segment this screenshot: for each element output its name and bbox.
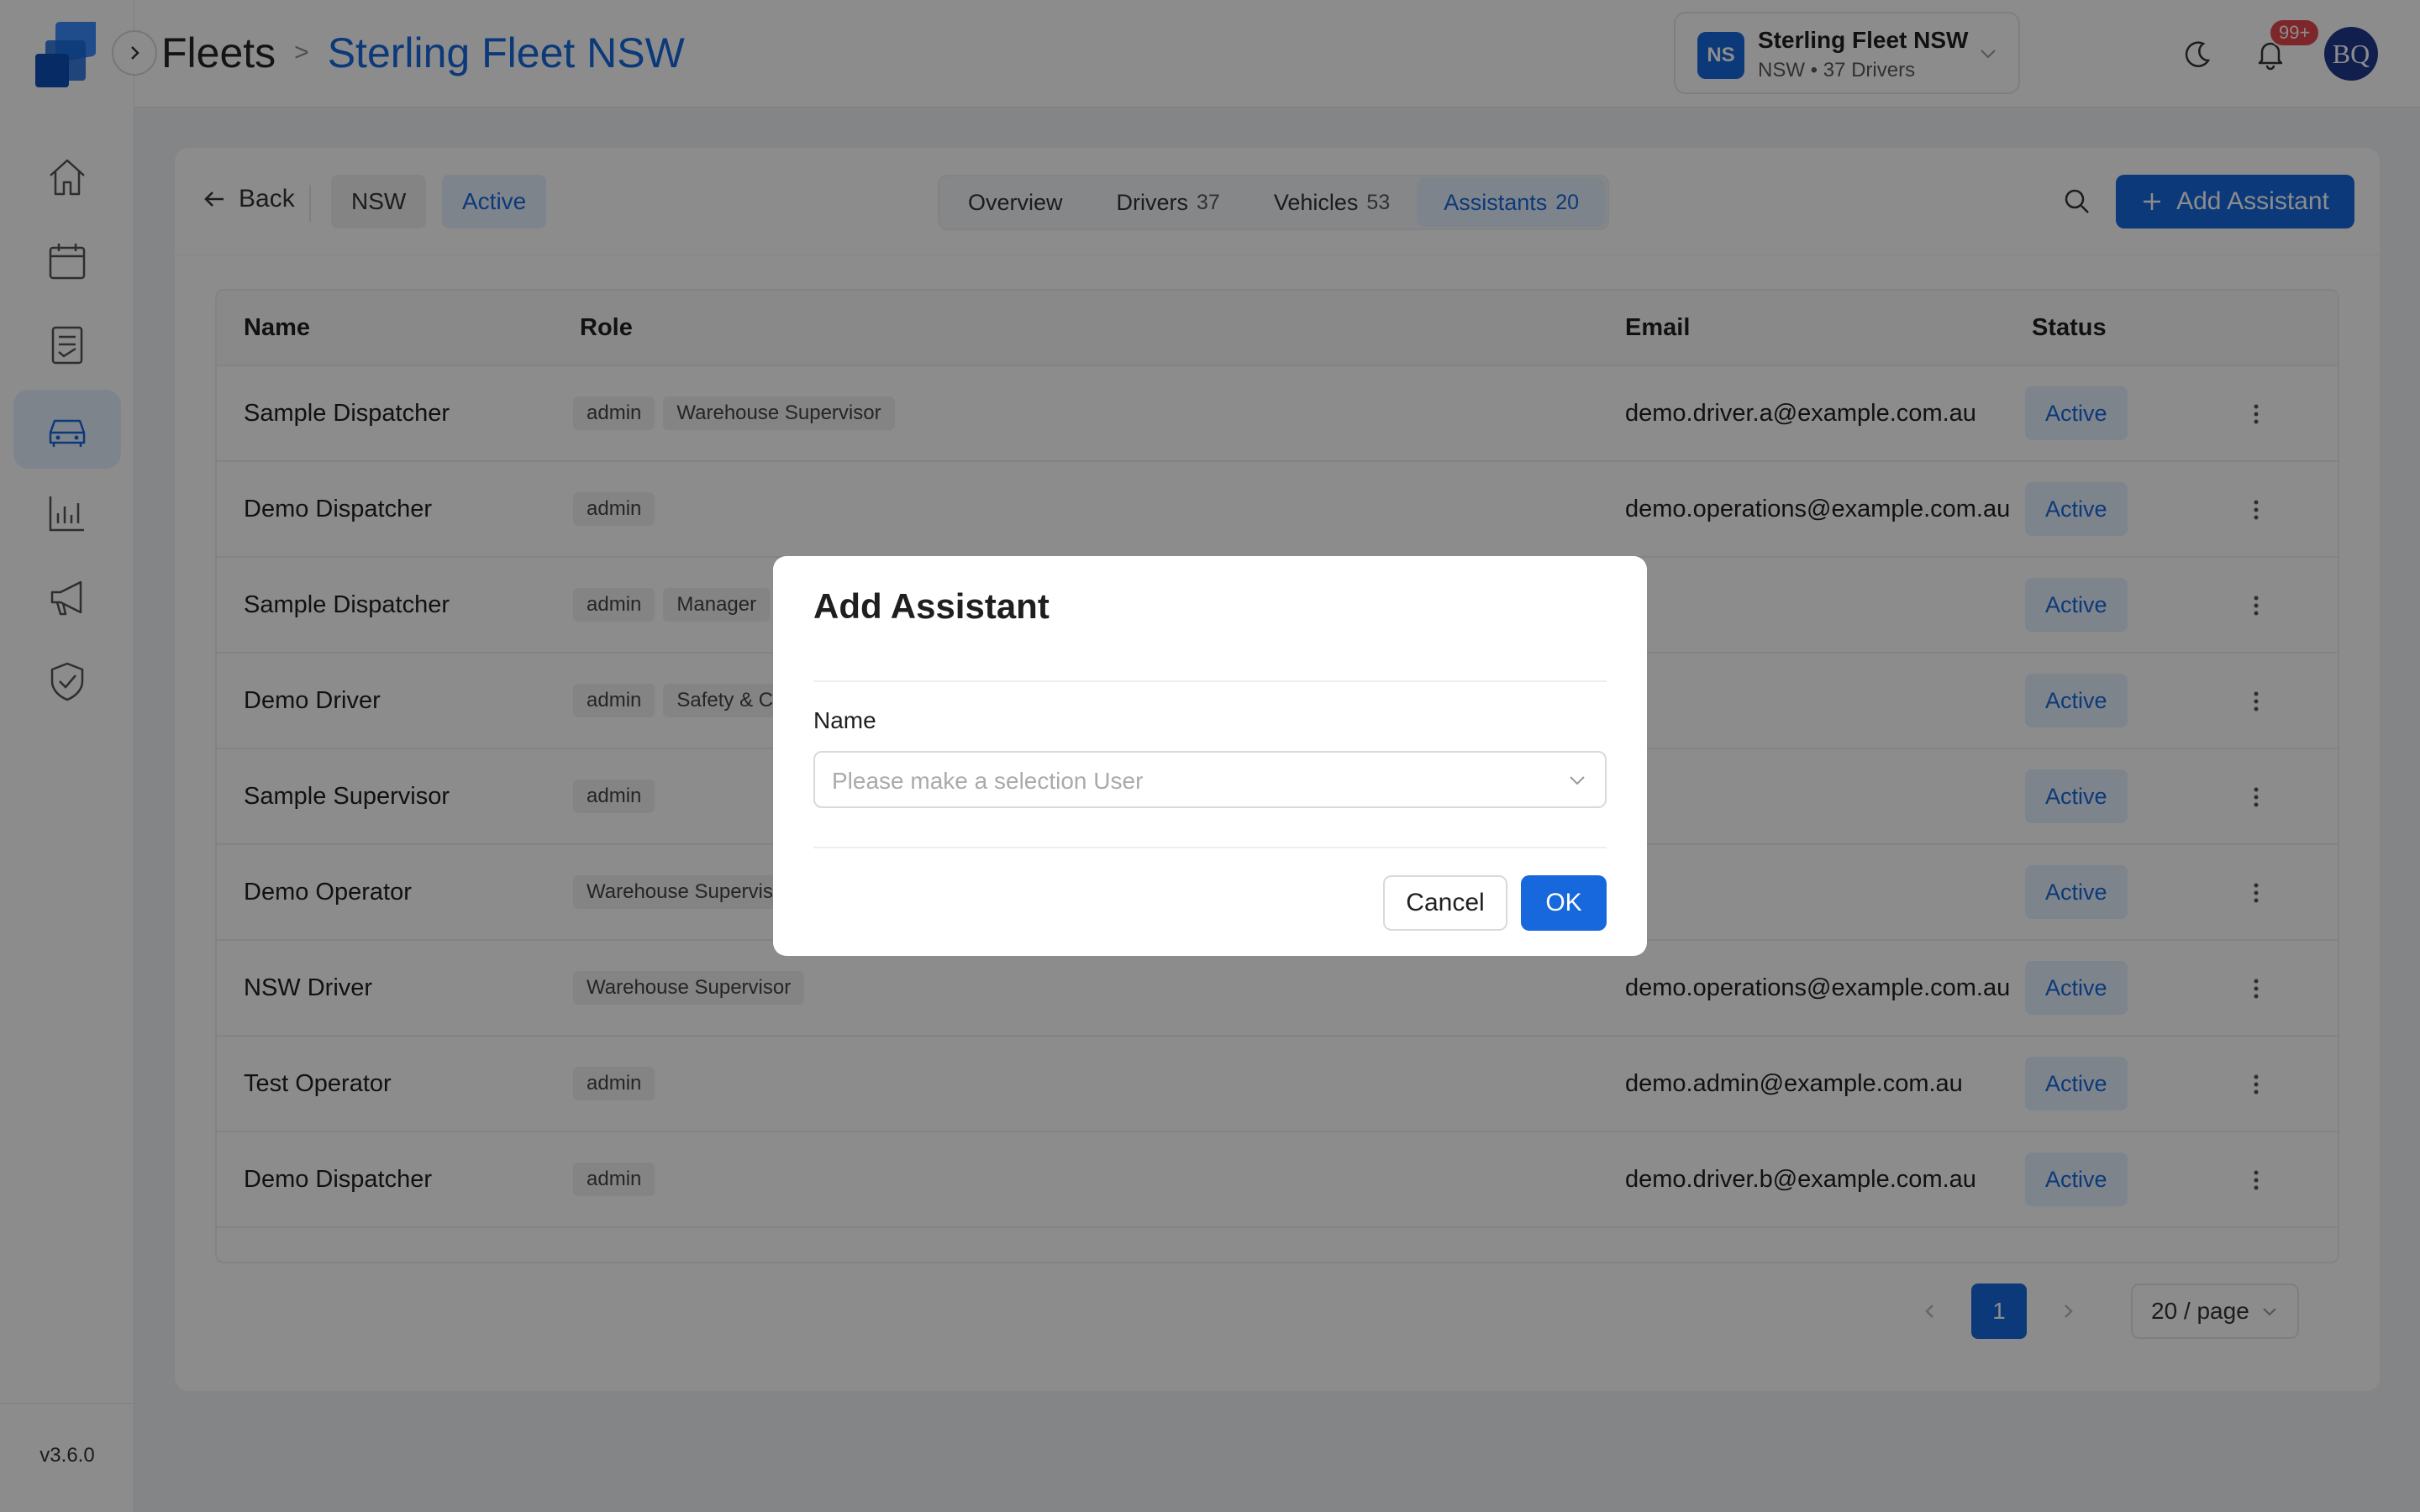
name-field-label: Name xyxy=(813,707,876,733)
ok-button[interactable]: OK xyxy=(1521,875,1607,931)
user-select[interactable]: Please make a selection User xyxy=(813,751,1607,808)
cancel-button[interactable]: Cancel xyxy=(1383,875,1507,931)
divider xyxy=(813,680,1607,682)
chevron-down-icon xyxy=(1570,776,1585,785)
add-assistant-modal: Add Assistant Name Please make a selecti… xyxy=(773,556,1647,956)
modal-title: Add Assistant xyxy=(813,586,1050,626)
divider xyxy=(813,847,1607,848)
user-select-placeholder: Please make a selection User xyxy=(832,768,1144,794)
